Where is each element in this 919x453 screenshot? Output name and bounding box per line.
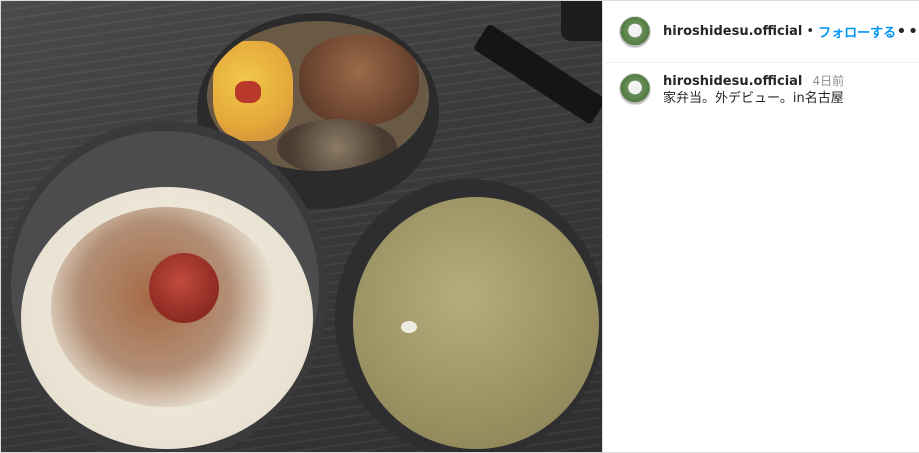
miso-soup xyxy=(353,197,599,449)
caption-text: 家弁当。外デビュー。in名古屋 xyxy=(663,91,844,106)
soup-reflection xyxy=(401,321,417,333)
post-photo[interactable] xyxy=(1,1,602,452)
pickled-ginger xyxy=(235,81,261,103)
separator-dot: • xyxy=(806,24,815,39)
post-time[interactable]: 4日前 xyxy=(813,74,845,88)
cup xyxy=(561,1,602,41)
caption-username[interactable]: hiroshidesu.official xyxy=(663,74,802,89)
header-text: hiroshidesu.official • フォローする xyxy=(663,22,896,41)
caption: hiroshidesu.official 4日前 家弁当。外デビュー。in名古屋 xyxy=(603,63,919,107)
follow-button[interactable]: フォローする xyxy=(818,22,896,41)
caption-body: hiroshidesu.official 4日前 家弁当。外デビュー。in名古屋 xyxy=(663,73,844,107)
more-horizontal-icon[interactable]: ••• xyxy=(896,22,919,41)
stir-fried-meat xyxy=(299,35,419,125)
caption-avatar[interactable] xyxy=(619,73,651,105)
post-header: hiroshidesu.official • フォローする ••• xyxy=(603,1,919,63)
author-username[interactable]: hiroshidesu.official xyxy=(663,24,802,39)
umeboshi xyxy=(149,253,219,323)
grilled-fish xyxy=(277,119,397,171)
post-sidebar: hiroshidesu.official • フォローする ••• hirosh… xyxy=(602,1,919,452)
avatar[interactable] xyxy=(619,15,651,48)
